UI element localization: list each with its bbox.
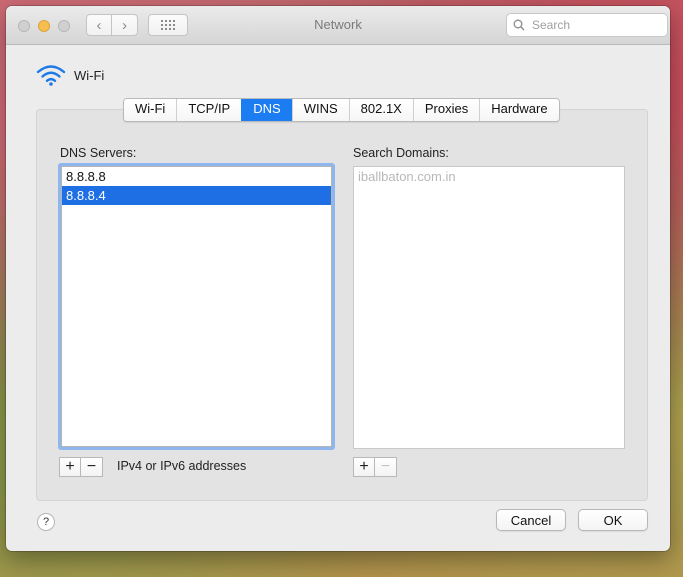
search-field[interactable] — [506, 13, 668, 37]
title-bar: ‹ › Network — [6, 6, 670, 45]
dns-add-remove-control: + − — [59, 457, 103, 477]
add-dns-server-button[interactable]: + — [59, 457, 81, 477]
list-item[interactable]: 8.8.8.8 — [62, 167, 331, 186]
tab-proxies[interactable]: Proxies — [412, 99, 480, 121]
tab-dns[interactable]: DNS — [241, 99, 292, 121]
wifi-icon — [36, 65, 66, 86]
ok-button[interactable]: OK — [578, 509, 648, 531]
help-button[interactable]: ? — [37, 513, 55, 531]
tab-wins[interactable]: WINS — [291, 99, 349, 121]
tab-wifi[interactable]: Wi-Fi — [124, 99, 177, 121]
remove-search-domain-button[interactable]: − — [375, 457, 397, 477]
tab-tcpip[interactable]: TCP/IP — [176, 99, 242, 121]
cancel-button[interactable]: Cancel — [496, 509, 566, 531]
network-preferences-window: ‹ › Network Search Wi-Fi Wi-Fi TCP/IP DN… — [6, 6, 670, 551]
search-input[interactable] — [530, 17, 664, 33]
list-item[interactable]: 8.8.8.4 — [62, 186, 331, 205]
search-domains-list[interactable]: iballbaton.com.in — [353, 166, 625, 449]
interface-name: Wi-Fi — [74, 67, 105, 83]
interface-header: Wi-Fi — [36, 64, 104, 86]
dns-hint-text: IPv4 or IPv6 addresses — [117, 459, 247, 473]
add-search-domain-button[interactable]: + — [353, 457, 375, 477]
search-domains-label: Search Domains: — [353, 146, 449, 160]
search-domain-placeholder: iballbaton.com.in — [358, 169, 456, 184]
tab-hardware[interactable]: Hardware — [479, 99, 559, 121]
search-icon — [513, 19, 525, 31]
dns-servers-list[interactable]: 8.8.8.8 8.8.8.4 — [58, 163, 335, 450]
tab-8021x[interactable]: 802.1X — [348, 99, 413, 121]
dns-servers-label: DNS Servers: — [60, 146, 137, 160]
tab-bar: Wi-Fi TCP/IP DNS WINS 802.1X Proxies Har… — [123, 98, 560, 122]
remove-dns-server-button[interactable]: − — [81, 457, 103, 477]
search-domains-add-remove-control: + − — [353, 457, 397, 477]
